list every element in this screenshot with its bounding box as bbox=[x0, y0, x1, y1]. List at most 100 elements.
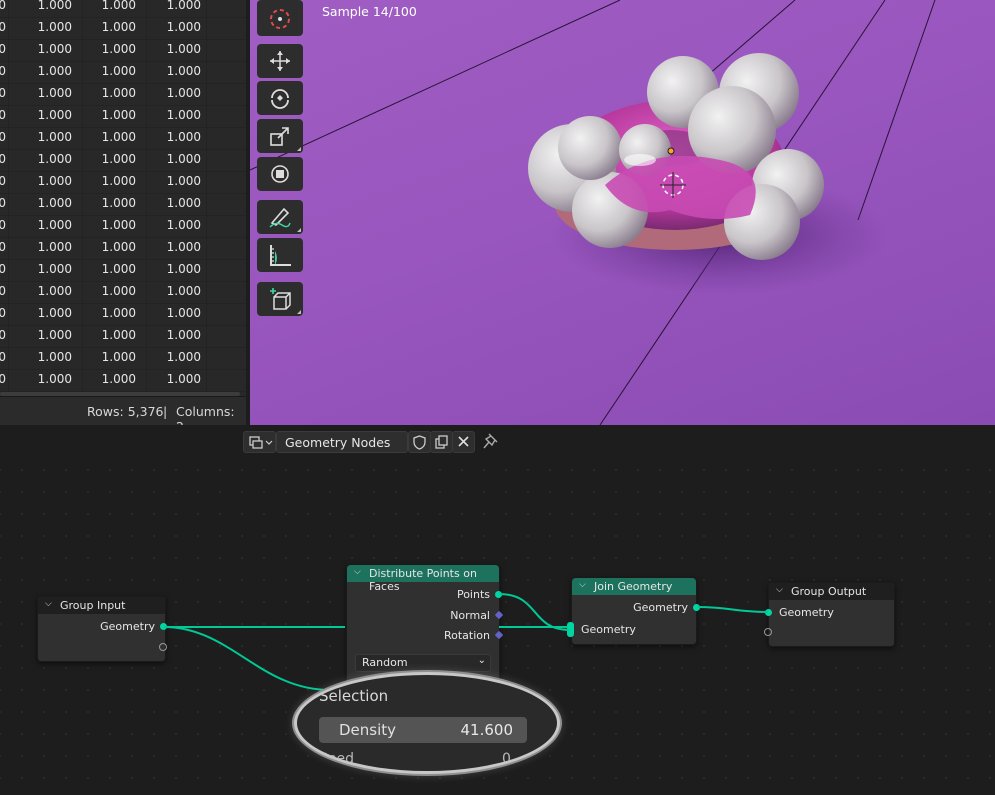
points-output-socket[interactable] bbox=[495, 591, 502, 598]
table-row: 0 1.000 1.000 1.000 bbox=[0, 149, 246, 172]
table-cell: 0 bbox=[0, 218, 6, 232]
collapse-icon[interactable]: ⌵ bbox=[776, 585, 783, 595]
table-cell: 0 bbox=[0, 350, 6, 364]
table-cell: 1.000 bbox=[37, 306, 72, 320]
node-title: Group Output bbox=[791, 585, 867, 598]
collapse-icon[interactable]: ⌵ bbox=[45, 599, 52, 609]
empty-input-socket[interactable] bbox=[764, 628, 772, 636]
viewport-scene bbox=[250, 0, 936, 425]
table-cell: 0 bbox=[0, 240, 6, 254]
table-cell: 1.000 bbox=[37, 218, 72, 232]
geometry-input-socket[interactable] bbox=[765, 609, 772, 616]
node-group-name: Geometry Nodes bbox=[285, 435, 391, 450]
shield-icon bbox=[413, 435, 426, 450]
node-header[interactable]: ⌵ Group Output bbox=[769, 583, 894, 600]
fake-user-button[interactable] bbox=[408, 431, 431, 453]
table-cell: 1.000 bbox=[37, 328, 72, 342]
table-cell: 1.000 bbox=[37, 284, 72, 298]
table-cell: 1.000 bbox=[166, 350, 201, 364]
table-cell: 1.000 bbox=[166, 42, 201, 56]
table-row: 0 1.000 1.000 1.000 bbox=[0, 171, 246, 194]
table-cell: 1.000 bbox=[101, 0, 136, 12]
3d-viewport[interactable] bbox=[250, 0, 995, 425]
seed-value: 0 bbox=[502, 751, 511, 767]
density-field[interactable]: Density 41.600 bbox=[319, 717, 527, 743]
group-input-node[interactable]: ⌵ Group Input Geometry bbox=[37, 596, 166, 662]
scale-tool-button[interactable] bbox=[257, 119, 303, 153]
footer-separator: | bbox=[163, 404, 168, 419]
table-cell: 0 bbox=[0, 108, 6, 122]
unlink-button[interactable] bbox=[452, 431, 475, 453]
table-cell: 1.000 bbox=[37, 64, 72, 78]
table-cell: 1.000 bbox=[101, 20, 136, 34]
spreadsheet-footer: Rows: 5,376 | Columns: 2 bbox=[0, 396, 246, 434]
table-row: 0 1.000 1.000 1.000 bbox=[0, 0, 246, 18]
editor-type-dropdown[interactable] bbox=[243, 431, 276, 453]
table-cell: 0 bbox=[0, 130, 6, 144]
table-row: 0 1.000 1.000 1.000 bbox=[0, 127, 246, 150]
table-cell: 1.000 bbox=[166, 64, 201, 78]
cursor-icon bbox=[270, 9, 290, 29]
node-header[interactable]: ⌵ Group Input bbox=[38, 597, 165, 614]
table-cell: 0 bbox=[0, 0, 6, 12]
table-cell: 1.000 bbox=[166, 108, 201, 122]
geometry-output-socket[interactable] bbox=[693, 604, 700, 611]
table-cell: 1.000 bbox=[37, 152, 72, 166]
table-cell: 0 bbox=[0, 64, 6, 78]
table-cell: 1.000 bbox=[166, 372, 201, 386]
table-cell: 1.000 bbox=[101, 108, 136, 122]
measure-icon bbox=[270, 245, 291, 266]
normal-output-label: Normal bbox=[450, 609, 490, 622]
rotate-tool-button[interactable] bbox=[257, 81, 303, 115]
group-output-node[interactable]: ⌵ Group Output Geometry bbox=[768, 582, 895, 647]
table-row: 0 1.000 1.000 1.000 bbox=[0, 17, 246, 40]
collapse-icon[interactable]: ⌵ bbox=[354, 567, 361, 577]
pin-button[interactable] bbox=[481, 431, 501, 451]
density-label: Density bbox=[339, 721, 397, 739]
table-cell: 1.000 bbox=[37, 130, 72, 144]
table-cell: 1.000 bbox=[166, 328, 201, 342]
table-cell: 1.000 bbox=[166, 284, 201, 298]
table-cell: 1.000 bbox=[37, 108, 72, 122]
table-cell: 1.000 bbox=[37, 86, 72, 100]
table-cell: 1.000 bbox=[101, 130, 136, 144]
table-cell: 1.000 bbox=[101, 86, 136, 100]
table-cell: 1.000 bbox=[101, 284, 136, 298]
geometry-output-socket[interactable] bbox=[160, 623, 167, 630]
distribute-mode-value: Random bbox=[362, 656, 408, 669]
annotate-tool-button[interactable] bbox=[257, 200, 303, 234]
node-header[interactable]: ⌵ Distribute Points on Faces bbox=[347, 565, 499, 593]
node-header[interactable]: ⌵ Join Geometry bbox=[572, 578, 696, 595]
node-group-name-field[interactable]: Geometry Nodes bbox=[276, 431, 408, 453]
density-value: 41.600 bbox=[460, 721, 514, 739]
table-row: 0 1.000 1.000 1.000 bbox=[0, 259, 246, 282]
move-tool-button[interactable] bbox=[257, 44, 303, 78]
table-cell: 1.000 bbox=[101, 42, 136, 56]
table-cell: 1.000 bbox=[166, 240, 201, 254]
join-geometry-node[interactable]: ⌵ Join Geometry Geometry Geometry bbox=[571, 577, 697, 645]
spreadsheet: 0 1.000 1.000 1.000 0 1.000 1.000 1.000 0 1.000 1.… bbox=[0, 0, 246, 425]
add-cube-tool-button[interactable] bbox=[257, 282, 303, 316]
multi-input-socket[interactable] bbox=[567, 622, 574, 637]
table-cell: 1.000 bbox=[101, 152, 136, 166]
distribute-mode-dropdown[interactable]: Random ⌄ bbox=[355, 654, 491, 672]
table-cell: 1.000 bbox=[166, 20, 201, 34]
table-cell: 1.000 bbox=[101, 240, 136, 254]
table-cell: 0 bbox=[0, 328, 6, 342]
table-cell: 1.000 bbox=[101, 328, 136, 342]
render-sample-status: Sample 14/100 bbox=[322, 4, 417, 19]
table-cell: 1.000 bbox=[166, 174, 201, 188]
transform-tool-button[interactable] bbox=[257, 157, 303, 191]
geometry-input-label: Geometry bbox=[779, 606, 834, 619]
points-output-label: Points bbox=[456, 588, 490, 601]
empty-output-socket[interactable] bbox=[159, 643, 167, 651]
table-cell: 1.000 bbox=[101, 350, 136, 364]
collapse-icon[interactable]: ⌵ bbox=[579, 580, 586, 590]
cursor-tool-button[interactable] bbox=[257, 0, 303, 36]
table-cell: 0 bbox=[0, 284, 6, 298]
duplicate-button[interactable] bbox=[430, 431, 453, 453]
table-cell: 0 bbox=[0, 306, 6, 320]
measure-tool-button[interactable] bbox=[257, 238, 303, 272]
table-cell: 0 bbox=[0, 42, 6, 56]
table-cell: 0 bbox=[0, 20, 6, 34]
